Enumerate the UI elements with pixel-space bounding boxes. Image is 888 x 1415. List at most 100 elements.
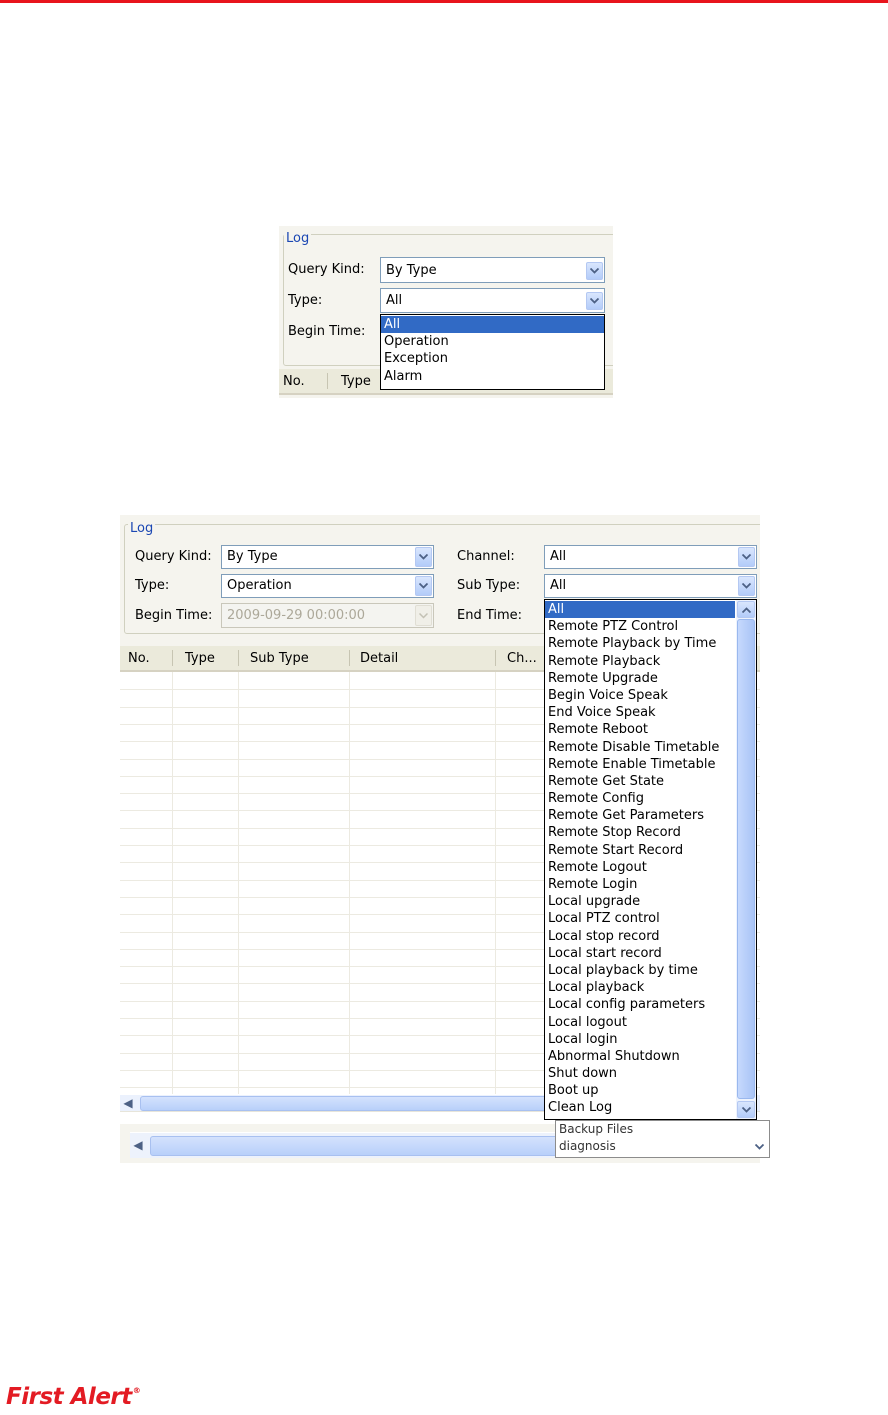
query-kind-label: Query Kind: xyxy=(288,262,365,277)
sub-type-option[interactable]: diagnosis xyxy=(556,1138,769,1155)
log-group-title: Log xyxy=(128,521,156,536)
top-rule xyxy=(0,0,888,3)
chevron-up-icon[interactable] xyxy=(737,601,755,618)
column-divider xyxy=(327,373,328,389)
type-value: Operation xyxy=(227,578,292,593)
query-kind-value: By Type xyxy=(227,549,278,564)
query-kind-label: Query Kind: xyxy=(135,549,212,564)
sub-type-option[interactable]: Remote Login xyxy=(545,876,735,893)
column-header-no[interactable]: No. xyxy=(283,374,305,389)
sub-type-option[interactable]: Local stop record xyxy=(545,928,735,945)
sub-type-option[interactable]: Boot up xyxy=(545,1082,735,1099)
sub-type-option[interactable]: Local start record xyxy=(545,945,735,962)
type-value: All xyxy=(386,293,403,308)
begin-time-label: Begin Time: xyxy=(135,608,213,623)
sub-type-option[interactable]: Remote Playback by Time xyxy=(545,635,735,652)
registered-mark: ® xyxy=(132,1386,141,1395)
query-kind-select[interactable]: By Type xyxy=(380,257,605,283)
column-header-no[interactable]: No. xyxy=(128,651,150,666)
column-gridline xyxy=(238,672,239,1094)
column-header-sub-type[interactable]: Sub Type xyxy=(250,651,309,666)
chevron-down-icon[interactable] xyxy=(415,576,432,596)
sub-type-option[interactable]: Remote Config xyxy=(545,790,735,807)
chevron-left-icon[interactable]: ◀ xyxy=(120,1095,136,1111)
sub-type-option[interactable]: Backup Files xyxy=(556,1121,769,1138)
chevron-down-icon[interactable] xyxy=(738,547,755,567)
channel-select[interactable]: All xyxy=(544,545,757,569)
sub-type-option[interactable]: Clean Log xyxy=(545,1099,735,1116)
type-option[interactable]: Exception xyxy=(381,350,604,367)
sub-type-option[interactable]: Remote Logout xyxy=(545,859,735,876)
column-header-channel[interactable]: Ch... xyxy=(507,651,537,666)
sub-type-option[interactable]: Local PTZ control xyxy=(545,910,735,927)
sub-type-option[interactable]: Local upgrade xyxy=(545,893,735,910)
chevron-down-icon xyxy=(415,605,432,626)
window-horizontal-scrollbar[interactable]: ◀ xyxy=(130,1132,560,1158)
sub-type-options: All Remote PTZ Control Remote Playback by … xyxy=(545,601,735,1117)
channel-label: Channel: xyxy=(457,549,515,564)
end-time-label: End Time: xyxy=(457,608,523,623)
sub-type-option[interactable]: Remote PTZ Control xyxy=(545,618,735,635)
scrollbar-thumb[interactable] xyxy=(150,1136,560,1156)
column-divider xyxy=(172,650,173,666)
sub-type-option[interactable]: Remote Get State xyxy=(545,773,735,790)
chevron-down-icon[interactable] xyxy=(586,262,603,280)
sub-type-option[interactable]: Remote Disable Timetable xyxy=(545,739,735,756)
chevron-left-icon[interactable]: ◀ xyxy=(130,1137,146,1153)
sub-type-option[interactable]: Local login xyxy=(545,1031,735,1048)
chevron-down-icon[interactable] xyxy=(738,576,755,596)
column-divider xyxy=(349,650,350,666)
sub-type-option[interactable]: Local playback by time xyxy=(545,962,735,979)
sub-type-option[interactable]: Local playback xyxy=(545,979,735,996)
chevron-down-icon[interactable] xyxy=(737,1101,755,1118)
type-select[interactable]: All xyxy=(380,288,605,313)
sub-type-label: Sub Type: xyxy=(457,578,521,593)
chevron-down-icon[interactable] xyxy=(751,1139,767,1155)
type-label: Type: xyxy=(288,293,323,308)
sub-type-option[interactable]: Remote Upgrade xyxy=(545,670,735,687)
type-select[interactable]: Operation xyxy=(221,574,434,598)
sub-type-value: All xyxy=(550,578,567,593)
sub-type-option[interactable]: Remote Get Parameters xyxy=(545,807,735,824)
sub-type-option[interactable]: Remote Start Record xyxy=(545,842,735,859)
log-panel-small: Log Query Kind: By Type Type: All Begin … xyxy=(279,226,613,398)
first-alert-logo: First Alert ® xyxy=(6,1384,141,1412)
column-gridline xyxy=(172,672,173,1094)
begin-time-value: 2009-09-29 00:00:00 xyxy=(227,608,366,623)
sub-type-option[interactable]: All xyxy=(545,601,735,619)
type-option[interactable]: Operation xyxy=(381,333,604,350)
column-header-detail[interactable]: Detail xyxy=(360,651,398,666)
column-header-type[interactable]: Type xyxy=(185,651,215,666)
sub-type-list-continuation: Backup Files diagnosis xyxy=(555,1120,770,1158)
channel-value: All xyxy=(550,549,567,564)
sub-type-option[interactable]: Remote Playback xyxy=(545,653,735,670)
sub-type-option[interactable]: Remote Stop Record xyxy=(545,824,735,841)
scrollbar-thumb[interactable] xyxy=(737,619,755,1099)
sub-type-option[interactable]: Abnormal Shutdown xyxy=(545,1048,735,1065)
chevron-down-icon[interactable] xyxy=(586,292,603,310)
type-option[interactable]: Alarm xyxy=(381,368,604,385)
sub-type-option[interactable]: Local logout xyxy=(545,1014,735,1031)
column-gridline xyxy=(349,672,350,1094)
query-kind-select[interactable]: By Type xyxy=(221,545,434,569)
type-option[interactable]: All xyxy=(381,316,604,334)
sub-type-option[interactable]: End Voice Speak xyxy=(545,704,735,721)
sub-type-select[interactable]: All xyxy=(544,574,757,598)
begin-time-label: Begin Time: xyxy=(288,324,366,339)
dropdown-vertical-scrollbar[interactable] xyxy=(736,600,756,1119)
sub-type-dropdown-list: All Remote PTZ Control Remote Playback by … xyxy=(544,599,757,1120)
query-kind-value: By Type xyxy=(386,263,437,278)
column-header-type[interactable]: Type xyxy=(341,374,371,389)
chevron-down-icon[interactable] xyxy=(415,547,432,567)
sub-type-option[interactable]: Local config parameters xyxy=(545,996,735,1013)
sub-type-option[interactable]: Shut down xyxy=(545,1065,735,1082)
sub-type-option[interactable]: Remote Reboot xyxy=(545,721,735,738)
log-group-title: Log xyxy=(284,231,312,246)
type-dropdown-list: All Operation Exception Alarm xyxy=(380,314,605,390)
type-label: Type: xyxy=(135,578,170,593)
sub-type-option[interactable]: Remote Enable Timetable xyxy=(545,756,735,773)
column-divider xyxy=(238,650,239,666)
column-gridline xyxy=(495,672,496,1094)
begin-time-picker: 2009-09-29 00:00:00 xyxy=(221,603,434,628)
sub-type-option[interactable]: Begin Voice Speak xyxy=(545,687,735,704)
